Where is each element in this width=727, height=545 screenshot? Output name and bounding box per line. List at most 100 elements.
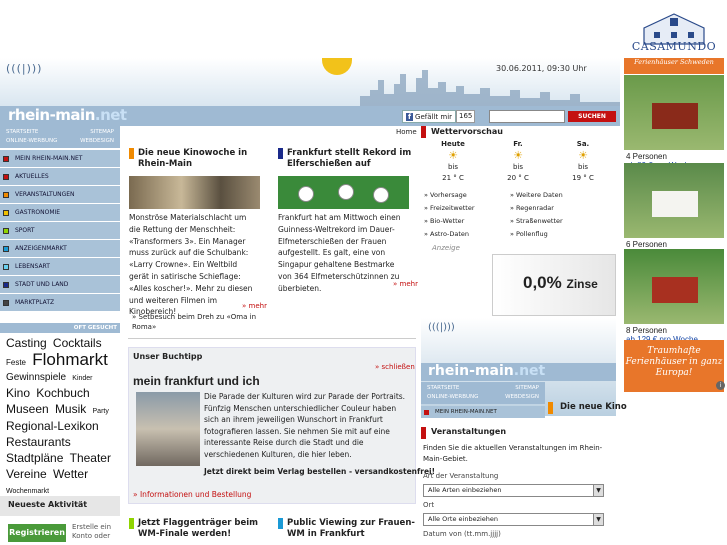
tag-link[interactable]: Casting	[6, 336, 47, 350]
ort-select-value: Alle Orte einbeziehen	[428, 515, 499, 523]
embed-logo-tld: .net	[513, 363, 546, 379]
house-building	[652, 103, 698, 129]
facebook-like-count: 165	[456, 110, 476, 123]
sun-icon: ☀	[578, 149, 588, 162]
flaggen-article-title[interactable]: Jetzt Flaggenträger beim WM-Finale werde…	[129, 518, 269, 540]
activity-header: Neueste Aktivität	[0, 496, 120, 516]
tag-link[interactable]: Wochenmarkt	[6, 488, 49, 495]
house-image[interactable]	[624, 163, 724, 238]
home-link[interactable]: Home	[396, 128, 417, 136]
tag-cloud: Casting Cocktails Feste Flohmarkt Gewinn…	[6, 336, 120, 499]
nav-item-label: AKTUELLES	[15, 173, 49, 180]
weather-link[interactable]: » Freizeitwetter	[424, 202, 475, 215]
nav-item[interactable]: AKTUELLES	[0, 168, 120, 186]
weather-link[interactable]: » Vorhersage	[424, 189, 475, 202]
house-image[interactable]	[624, 75, 724, 150]
nav-item[interactable]: SPORT	[0, 222, 120, 240]
buchtipp-title[interactable]: mein frankfurt und ich	[133, 374, 260, 388]
nav-item-label: SPORT	[15, 227, 35, 234]
tag-link[interactable]: Kinder	[72, 375, 92, 382]
weather-desc: bis	[512, 163, 524, 171]
weather-link[interactable]: » Bio-Wetter	[424, 215, 475, 228]
embed-startseite: STARTSEITE	[427, 385, 460, 391]
tag-link[interactable]: Kino	[6, 386, 30, 400]
tag-link[interactable]: Feste	[6, 358, 26, 367]
book-cover-image[interactable]	[136, 392, 200, 466]
frankfurt-mehr-link[interactable]: » mehr	[393, 280, 418, 288]
weather-desc: bis	[447, 163, 459, 171]
nav-item[interactable]: VERANSTALTUNGEN	[0, 186, 120, 204]
nav-item[interactable]: MEIN RHEIN-MAIN.NET	[0, 150, 120, 168]
traumhafte-banner[interactable]: Traumhafte Ferienhäuser in ganz Europa!	[624, 340, 724, 392]
nav-item[interactable]: GASTRONOMIE	[0, 204, 120, 222]
transformers-image[interactable]	[129, 176, 260, 209]
zins-ad-banner[interactable]: 0,0% Zinse	[492, 254, 616, 316]
weather-day: Sa. ☀ bis 19 ° C	[553, 139, 613, 184]
embed-kino-text: Die neue Kino	[560, 402, 627, 412]
tag-link[interactable]: Wetter	[53, 467, 88, 481]
weather-link[interactable]: » Pollenflug	[510, 228, 563, 241]
info-icon[interactable]: i	[716, 381, 725, 390]
embed-nav-item: MEIN RHEIN-MAIN.NET	[421, 406, 545, 418]
search-input[interactable]	[489, 110, 565, 123]
radio-tower-icon: (((|)))	[6, 62, 43, 75]
ferienhaeuser-banner[interactable]: Ferienhäuser Schweden	[624, 58, 724, 74]
sun-icon: ☀	[448, 149, 458, 162]
public-viewing-article-title[interactable]: Public Viewing zur Frauen-WM in Frankfur…	[278, 518, 418, 540]
weather-link[interactable]: » Regenradar	[510, 202, 563, 215]
events-title: Veranstaltungen	[431, 427, 507, 436]
setbesuch-link[interactable]: » Setbesuch beim Dreh zu «Oma in Roma»	[132, 312, 257, 332]
nav-color-square	[3, 209, 9, 216]
art-label: Art der Veranstaltung	[423, 472, 499, 480]
weather-link[interactable]: » Straßenwetter	[510, 215, 563, 228]
tag-link[interactable]: Flohmarkt	[32, 350, 108, 369]
webdesign-link[interactable]: WEBDESIGN	[80, 137, 114, 146]
events-accent-bar	[421, 427, 426, 439]
nav-item-label: MARKTPLATZ	[15, 299, 55, 306]
weather-links-left: » Vorhersage» Freizeitwetter» Bio-Wetter…	[424, 189, 475, 241]
zins-ad-main: 0,0%	[523, 273, 562, 292]
nav-item[interactable]: STADT UND LAND	[0, 276, 120, 294]
search-button[interactable]: SUCHEN	[568, 111, 616, 122]
buchtipp-label: Unser Buchtipp	[133, 352, 203, 361]
tag-link[interactable]: Museen	[6, 402, 49, 416]
ort-label: Ort	[423, 501, 435, 509]
tag-link[interactable]: Stadtpläne	[6, 451, 63, 465]
nav-color-square	[3, 281, 9, 288]
house-persons: 4 Personen	[626, 152, 667, 161]
weather-day: Fr. ☀ bis 20 ° C	[488, 139, 548, 184]
sitemap-link[interactable]: SITEMAP	[90, 128, 114, 137]
embed-kino-title: Die neue Kino	[548, 402, 627, 414]
tag-link[interactable]: Kochbuch	[36, 386, 89, 400]
tag-link[interactable]: Cocktails	[53, 336, 102, 350]
register-button[interactable]: Registrieren	[8, 524, 66, 542]
house-persons: 6 Personen	[626, 240, 667, 249]
ort-select[interactable]: Alle Orte einbeziehen ▼	[423, 513, 604, 526]
startseite-link[interactable]: STARTSEITE	[6, 128, 38, 137]
tag-link[interactable]: Vereine	[6, 467, 47, 481]
weather-link[interactable]: » Astro-Daten	[424, 228, 475, 241]
football-image[interactable]	[278, 176, 409, 209]
kino-article-title[interactable]: Die neue Kinowoche in Rhein-Main	[129, 148, 264, 170]
tag-link[interactable]: Gewinnspiele	[6, 372, 66, 383]
buchtipp-info-link[interactable]: » Informationen und Bestellung	[133, 490, 251, 499]
zins-ad-sub: Zinse	[566, 277, 598, 291]
art-select[interactable]: Alle Arten einbeziehen ▼	[423, 484, 604, 497]
tag-link[interactable]: Regional-Lexikon	[6, 419, 99, 433]
house-image[interactable]	[624, 249, 724, 324]
tag-link[interactable]: Restaurants	[6, 435, 71, 449]
kino-mehr-link[interactable]: » mehr	[242, 302, 267, 310]
frankfurt-article-title[interactable]: Frankfurt stellt Rekord im Elferschießen…	[278, 148, 413, 170]
tag-link[interactable]: Party	[93, 408, 109, 415]
site-logo[interactable]: rhein-main.net	[8, 106, 127, 124]
facebook-like-button[interactable]: f Gefällt mir	[402, 110, 457, 123]
nav-item[interactable]: ANZEIGENMARKT	[0, 240, 120, 258]
tag-link[interactable]: Musik	[55, 402, 86, 416]
casamundo-brand[interactable]: CASAMUNDO	[624, 40, 724, 53]
nav-item[interactable]: MARKTPLATZ	[0, 294, 120, 312]
buchtipp-close-link[interactable]: » schließen	[375, 363, 415, 371]
tag-link[interactable]: Theater	[70, 451, 111, 465]
online-werbung-link[interactable]: ONLINE-WERBUNG	[6, 137, 57, 146]
weather-link[interactable]: » Weitere Daten	[510, 189, 563, 202]
nav-item[interactable]: LEBENSART	[0, 258, 120, 276]
